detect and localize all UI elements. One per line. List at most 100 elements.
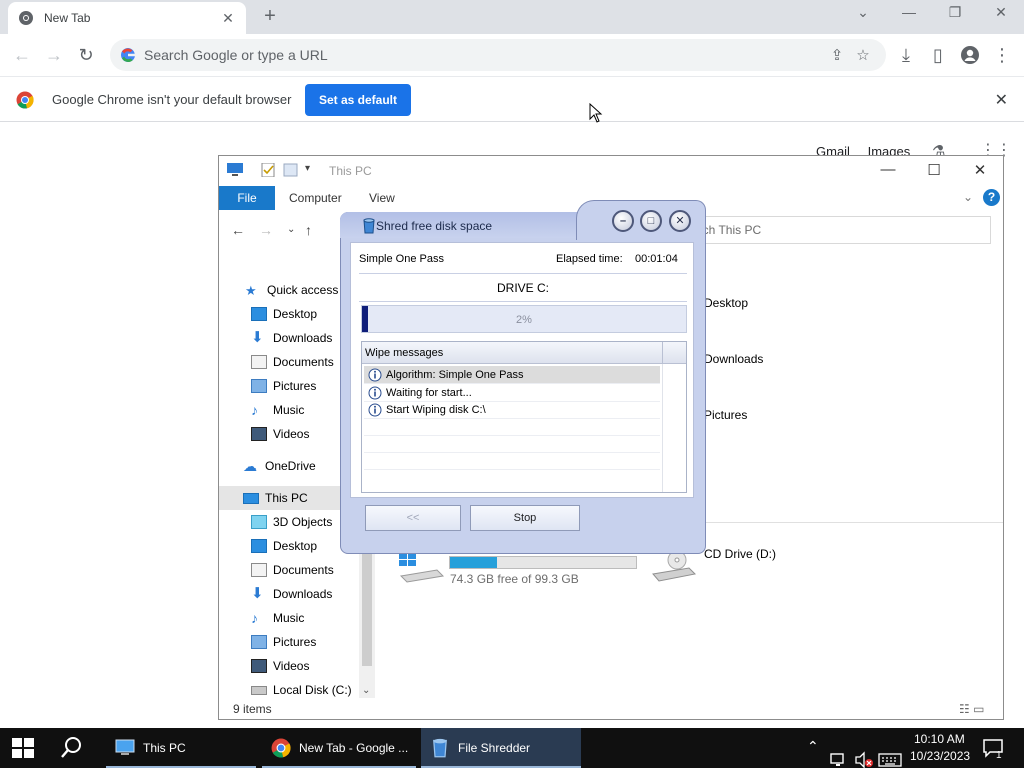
desktop-folder-icon: [251, 307, 267, 321]
list-item[interactable]: Waiting for start...: [364, 384, 660, 401]
info-icon: [368, 403, 382, 416]
taskbar-this-pc[interactable]: This PC: [106, 728, 256, 768]
chrome-menu-icon[interactable]: ⋮: [990, 43, 1014, 67]
chrome-tab-strip: New Tab ✕ + ⌄ — ❐ ✕: [0, 0, 1024, 34]
local-disk-drive-icon[interactable]: [397, 550, 445, 586]
close-window-icon[interactable]: ✕: [987, 4, 1015, 21]
infobar-close-icon[interactable]: ✕: [995, 90, 1008, 110]
nav-pictures[interactable]: Pictures: [219, 630, 359, 654]
omnibox[interactable]: Search Google or type a URL ⇪ ☆: [110, 39, 886, 71]
tab-close-icon[interactable]: ✕: [220, 10, 236, 27]
nav-local-disk-c[interactable]: Local Disk (C:): [219, 678, 359, 702]
windows-start-icon[interactable]: [12, 738, 34, 758]
taskbar-search-icon[interactable]: [58, 736, 86, 760]
windows-taskbar: This PC New Tab - Google ... File Shredd…: [0, 728, 1024, 768]
item-count-status: 9 items: [233, 702, 272, 716]
drive-usage-fill: [450, 557, 497, 568]
panel-separator: [359, 273, 687, 274]
folder-pictures[interactable]: Pictures: [704, 408, 747, 422]
list-gridline: [364, 435, 660, 436]
recent-locations-chevron-icon[interactable]: ⌄: [287, 224, 295, 235]
disk-icon: [251, 685, 267, 695]
cd-drive-icon[interactable]: [651, 550, 697, 584]
shredder-maximize-icon[interactable]: □: [640, 210, 662, 232]
wipe-messages-list[interactable]: Wipe messages Algorithm: Simple One Pass…: [361, 341, 687, 493]
view-toggle-icons[interactable]: ☷ ▭: [959, 702, 984, 716]
chrome-toolbar: ← → ↻ Search Google or type a URL ⇪ ☆ ⤓ …: [0, 34, 1024, 76]
ribbon-computer-tab[interactable]: Computer: [289, 191, 342, 205]
download-icon[interactable]: ⤓: [894, 43, 918, 67]
tray-overflow-chevron-icon[interactable]: ⌃: [807, 738, 819, 768]
stop-button[interactable]: Stop: [470, 505, 580, 531]
list-column-line: [662, 364, 663, 492]
header-column-divider: [662, 342, 663, 364]
keyboard-icon[interactable]: [878, 740, 902, 768]
minimize-icon[interactable]: —: [895, 4, 923, 20]
info-icon: [368, 368, 382, 381]
new-folder-icon[interactable]: [283, 163, 299, 177]
shredder-close-icon[interactable]: ✕: [669, 210, 691, 232]
music-note-icon: ♪: [251, 402, 258, 418]
chrome-favicon-icon: [19, 11, 33, 25]
set-as-default-button[interactable]: Set as default: [305, 84, 411, 116]
nav-music[interactable]: ♪ Music: [219, 606, 359, 630]
shredder-app-icon: [433, 738, 447, 758]
back-arrow-icon[interactable]: ←: [10, 43, 34, 67]
explorer-maximize-icon[interactable]: ☐: [919, 161, 949, 179]
network-icon[interactable]: [830, 740, 848, 768]
reload-icon[interactable]: ↻: [74, 43, 98, 67]
cd-drive-label[interactable]: CD Drive (D:): [704, 547, 776, 561]
pictures-icon: [251, 635, 267, 649]
help-icon[interactable]: ?: [983, 189, 1000, 206]
explorer-forward-icon[interactable]: →: [259, 222, 273, 238]
drive-label: DRIVE C:: [496, 281, 549, 295]
explorer-search-box[interactable]: arch This PC: [689, 216, 991, 244]
elapsed-time-label: Elapsed time:: [556, 253, 623, 265]
restore-icon[interactable]: ❐: [941, 4, 969, 21]
list-item[interactable]: Algorithm: Simple One Pass: [364, 366, 660, 383]
chrome-logo-icon: [271, 738, 291, 758]
scroll-down-chevron-icon[interactable]: ⌄: [362, 685, 370, 696]
default-browser-infobar: Google Chrome isn't your default browser…: [0, 76, 1024, 122]
taskbar-clock-time[interactable]: 10:10 AM: [914, 732, 965, 746]
list-gridline: [364, 418, 660, 419]
properties-check-icon[interactable]: [261, 163, 277, 177]
taskbar-chrome[interactable]: New Tab - Google ...: [262, 728, 416, 768]
ribbon-file-tab[interactable]: File: [219, 186, 275, 210]
mouse-cursor-icon: [589, 103, 603, 123]
side-panel-icon[interactable]: ▯: [926, 43, 950, 67]
content-group-divider: [689, 522, 1003, 523]
cloud-icon: ☁: [243, 458, 257, 474]
tab-search-chevron-icon[interactable]: ⌄: [849, 4, 877, 21]
tab-new-tab[interactable]: New Tab ✕: [8, 2, 246, 34]
volume-muted-icon[interactable]: [854, 740, 874, 768]
nav-downloads[interactable]: ⬇ Downloads: [219, 582, 359, 606]
wipe-messages-header: Wipe messages: [362, 342, 686, 364]
taskbar-file-shredder[interactable]: File Shredder: [421, 728, 581, 768]
shredder-minimize-icon[interactable]: –: [612, 210, 634, 232]
folder-desktop[interactable]: Desktop: [704, 296, 748, 310]
explorer-back-icon[interactable]: ←: [231, 222, 245, 238]
quick-access-dropdown-icon[interactable]: ▾: [305, 163, 321, 177]
wipe-progress-bar: 2%: [361, 305, 687, 333]
bookmark-star-icon[interactable]: ☆: [850, 46, 876, 64]
nav-documents[interactable]: Documents: [219, 558, 359, 582]
explorer-close-icon[interactable]: ✕: [965, 161, 995, 179]
explorer-minimize-icon[interactable]: —: [873, 161, 903, 178]
list-gridline: [364, 469, 660, 470]
forward-arrow-icon[interactable]: →: [42, 43, 66, 67]
up-arrow-icon[interactable]: ↑: [305, 222, 312, 238]
omnibox-placeholder: Search Google or type a URL: [144, 47, 328, 63]
documents-icon: [251, 355, 267, 369]
new-tab-plus-icon[interactable]: +: [258, 5, 282, 29]
taskbar-clock-date[interactable]: 10/23/2023: [910, 749, 970, 763]
folder-downloads[interactable]: Downloads: [704, 352, 763, 366]
list-item[interactable]: Start Wiping disk C:\: [364, 401, 660, 418]
profile-avatar-icon[interactable]: [958, 43, 982, 67]
nav-videos[interactable]: Videos: [219, 654, 359, 678]
share-icon[interactable]: ⇪: [824, 46, 850, 64]
desktop-folder-icon: [251, 539, 267, 553]
back-button[interactable]: <<: [365, 505, 461, 531]
ribbon-expand-chevron-icon[interactable]: ⌄: [963, 190, 973, 204]
cube-icon: [251, 515, 267, 529]
